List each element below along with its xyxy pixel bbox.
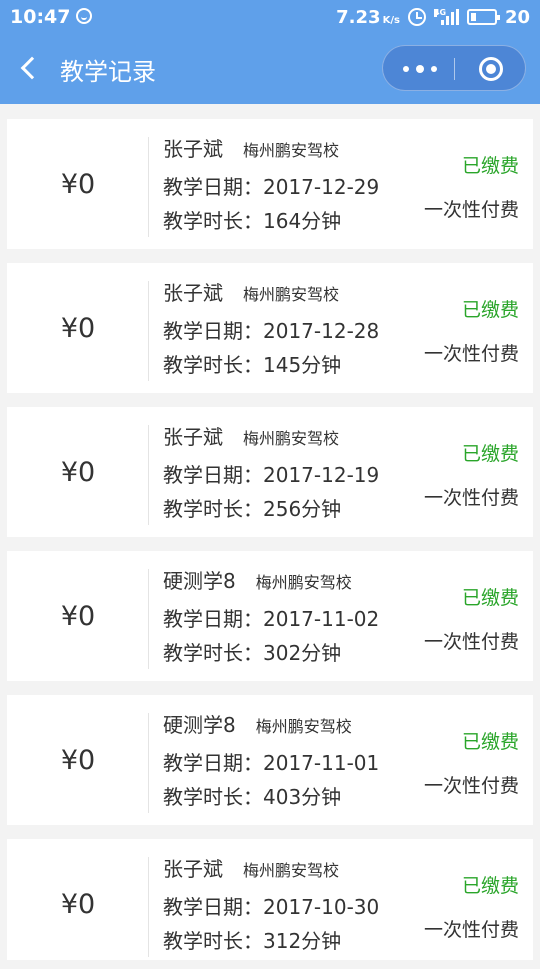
record-amount: ¥0 — [60, 888, 96, 920]
student-name: 硬测学8 — [163, 713, 236, 737]
school-name: 梅州鹏安驾校 — [255, 717, 352, 736]
date-label: 教学日期： — [163, 751, 263, 775]
status-bar: 10:47 7.23 K/s 4G 20 — [0, 0, 540, 34]
card-divider — [148, 425, 149, 525]
payment-status: 已缴费 — [461, 155, 519, 177]
payment-status: 已缴费 — [461, 443, 519, 465]
payment-type: 一次性付费 — [423, 775, 519, 797]
alarm-icon — [407, 8, 426, 26]
teaching-date: 2017-10-30 — [263, 895, 380, 919]
record-amount: ¥0 — [60, 600, 96, 632]
date-label: 教学日期： — [163, 175, 263, 199]
payment-type: 一次性付费 — [423, 631, 519, 653]
network-type: 4G — [433, 8, 447, 17]
date-label: 教学日期： — [163, 895, 263, 919]
payment-status: 已缴费 — [461, 587, 519, 609]
card-divider — [148, 137, 149, 237]
duration-label: 教学时长： — [163, 209, 263, 233]
teaching-duration: 302分钟 — [263, 641, 342, 665]
school-name: 梅州鹏安驾校 — [243, 141, 340, 160]
teaching-date: 2017-12-19 — [263, 463, 380, 487]
record-amount: ¥0 — [60, 168, 96, 200]
duration-label: 教学时长： — [163, 497, 263, 521]
date-label: 教学日期： — [163, 463, 263, 487]
record-card[interactable]: ¥0 硬测学8 梅州鹏安驾校 教学日期：2017-11-02 教学时长：302分钟… — [7, 551, 533, 681]
record-card[interactable]: ¥0 张子斌 梅州鹏安驾校 教学日期：2017-10-30 教学时长：312分钟 … — [7, 839, 533, 960]
record-amount: ¥0 — [60, 312, 96, 344]
duration-label: 教学时长： — [163, 353, 263, 377]
teaching-duration: 312分钟 — [263, 929, 342, 953]
card-divider — [148, 281, 149, 381]
school-name: 梅州鹏安驾校 — [255, 573, 352, 592]
payment-type: 一次性付费 — [423, 343, 519, 365]
teaching-duration: 256分钟 — [263, 497, 342, 521]
network-speed: 7.23 K/s — [336, 7, 400, 28]
student-name: 张子斌 — [163, 137, 223, 161]
payment-type: 一次性付费 — [423, 487, 519, 509]
duration-label: 教学时长： — [163, 641, 263, 665]
battery-level: 20 — [504, 6, 530, 28]
school-name: 梅州鹏安驾校 — [243, 429, 340, 448]
record-card[interactable]: ¥0 张子斌 梅州鹏安驾校 教学日期：2017-12-28 教学时长：145分钟 … — [7, 263, 533, 393]
status-indicators: 7.23 K/s 4G 20 — [336, 6, 530, 28]
duration-label: 教学时长： — [163, 785, 263, 809]
record-card[interactable]: ¥0 张子斌 梅州鹏安驾校 教学日期：2017-12-19 教学时长：256分钟 … — [7, 407, 533, 537]
payment-type: 一次性付费 — [423, 199, 519, 221]
card-divider — [148, 857, 149, 957]
signal-icon: 4G — [433, 8, 459, 25]
payment-status: 已缴费 — [461, 731, 519, 753]
status-time: 10:47 — [10, 6, 71, 28]
capsule-divider — [454, 58, 455, 80]
record-info: 硬测学8 梅州鹏安驾校 教学日期：2017-11-01 教学时长：403分钟 — [163, 695, 423, 825]
nav-bar: 教学记录 — [0, 34, 540, 104]
student-name: 张子斌 — [163, 857, 223, 881]
student-name: 张子斌 — [163, 281, 223, 305]
school-name: 梅州鹏安驾校 — [243, 285, 340, 304]
teaching-date: 2017-12-28 — [263, 319, 380, 343]
payment-status: 已缴费 — [461, 875, 519, 897]
record-info: 张子斌 梅州鹏安驾校 教学日期：2017-12-28 教学时长：145分钟 — [163, 263, 423, 393]
mini-program-capsule — [382, 45, 526, 91]
student-name: 张子斌 — [163, 425, 223, 449]
teaching-date: 2017-12-29 — [263, 175, 380, 199]
back-chevron-icon[interactable] — [16, 54, 44, 82]
teaching-duration: 403分钟 — [263, 785, 342, 809]
school-name: 梅州鹏安驾校 — [243, 861, 340, 880]
record-card[interactable]: ¥0 张子斌 梅州鹏安驾校 教学日期：2017-12-29 教学时长：164分钟 … — [7, 119, 533, 249]
app-notification-icon — [76, 8, 92, 24]
record-info: 张子斌 梅州鹏安驾校 教学日期：2017-12-19 教学时长：256分钟 — [163, 407, 423, 537]
payment-type: 一次性付费 — [423, 919, 519, 941]
close-target-icon[interactable] — [479, 57, 503, 81]
student-name: 硬测学8 — [163, 569, 236, 593]
record-amount: ¥0 — [60, 744, 96, 776]
date-label: 教学日期： — [163, 607, 263, 631]
date-label: 教学日期： — [163, 319, 263, 343]
card-divider — [148, 713, 149, 813]
teaching-date: 2017-11-02 — [263, 607, 380, 631]
teaching-date: 2017-11-01 — [263, 751, 380, 775]
teaching-duration: 164分钟 — [263, 209, 342, 233]
more-options-icon[interactable] — [399, 56, 443, 80]
battery-icon — [466, 9, 500, 25]
card-divider — [148, 569, 149, 669]
network-speed-value: 7.23 — [336, 6, 381, 28]
payment-status: 已缴费 — [461, 299, 519, 321]
network-speed-unit: K/s — [382, 14, 400, 26]
record-card[interactable]: ¥0 硬测学8 梅州鹏安驾校 教学日期：2017-11-01 教学时长：403分钟… — [7, 695, 533, 825]
record-info: 张子斌 梅州鹏安驾校 教学日期：2017-10-30 教学时长：312分钟 — [163, 839, 423, 969]
teaching-duration: 145分钟 — [263, 353, 342, 377]
record-info: 硬测学8 梅州鹏安驾校 教学日期：2017-11-02 教学时长：302分钟 — [163, 551, 423, 681]
record-info: 张子斌 梅州鹏安驾校 教学日期：2017-12-29 教学时长：164分钟 — [163, 119, 423, 249]
duration-label: 教学时长： — [163, 929, 263, 953]
record-amount: ¥0 — [60, 456, 96, 488]
page-title: 教学记录 — [60, 58, 156, 86]
